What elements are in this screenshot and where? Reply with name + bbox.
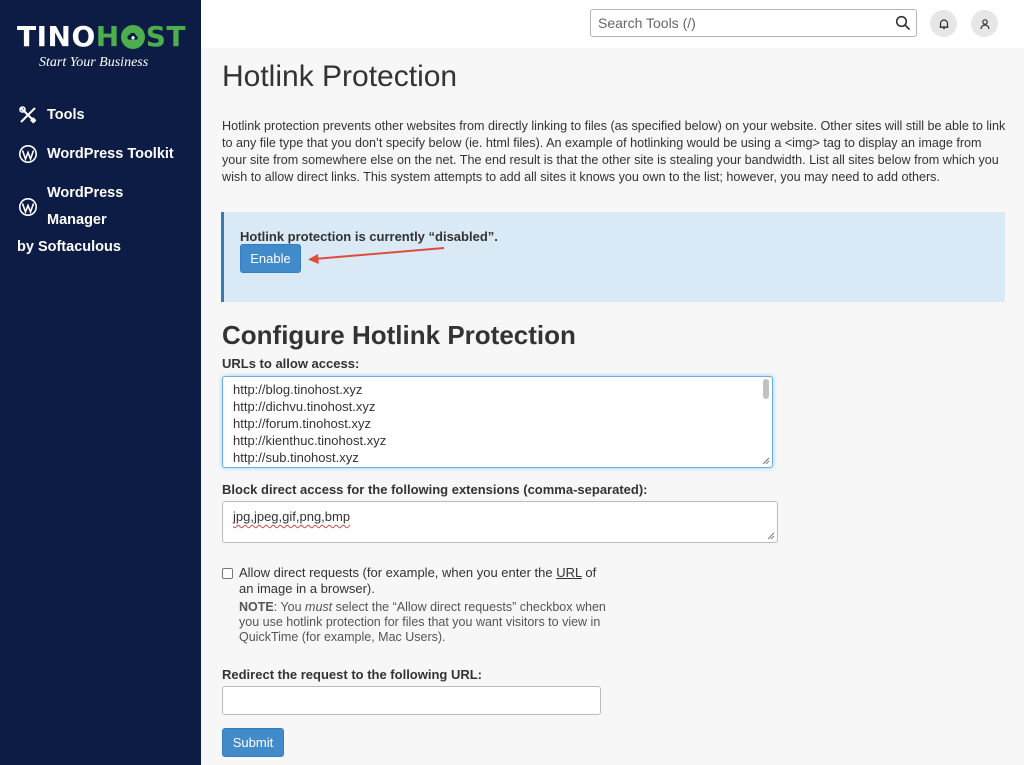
extensions-textarea[interactable]: jpg,jpeg,gif,png,bmp <box>222 501 778 543</box>
note-text: NOTE: You must select the “Allow direct … <box>239 600 609 645</box>
search-box[interactable] <box>590 9 917 37</box>
submit-button[interactable]: Submit <box>222 728 284 757</box>
extensions-value: jpg,jpeg,gif,png,bmp <box>233 509 351 524</box>
user-icon <box>979 18 990 29</box>
note-text-part: : You <box>273 600 306 614</box>
main-content: Hotlink Protection Hotlink protection pr… <box>221 48 1012 757</box>
allow-direct-requests-checkbox[interactable] <box>222 568 233 579</box>
allow-direct-requests-label[interactable]: Allow direct requests (for example, when… <box>239 565 609 597</box>
status-alert: Hotlink protection is currently “disable… <box>221 212 1005 302</box>
logo-text-host: H ST <box>96 20 186 54</box>
notifications-button[interactable] <box>930 10 957 37</box>
enable-button[interactable]: Enable <box>240 244 301 273</box>
url-line: http://sub.tinohost.xyz <box>233 450 359 465</box>
url-line: http://kienthuc.tinohost.xyz <box>233 433 387 448</box>
wordpress-icon <box>19 198 37 216</box>
sidebar-item-wordpress-manager[interactable]: WordPress Manager by Softaculous <box>0 174 201 267</box>
cloud-home-icon <box>120 25 145 49</box>
logo-text-h: H <box>95 20 120 53</box>
sidebar-item-label: Tools <box>47 107 85 123</box>
label-text: Allow direct requests (for example, when… <box>239 565 557 580</box>
search-input[interactable] <box>591 10 881 36</box>
sidebar-item-tools[interactable]: Tools <box>0 96 201 135</box>
annotation-arrow <box>308 247 445 264</box>
redirect-url-input[interactable] <box>222 686 601 715</box>
sidebar-item-label-line2: by Softaculous <box>17 239 121 255</box>
resize-grip-icon[interactable] <box>761 456 770 465</box>
sidebar-item-label: WordPress Toolkit <box>47 146 174 162</box>
sidebar-item-label: WordPress Manager <box>47 185 124 228</box>
sidebar: TINO H ST Start Your Business Tools Word… <box>0 0 201 765</box>
note-label: NOTE <box>239 600 274 614</box>
url-abbr: URL <box>556 565 582 580</box>
user-menu-button[interactable] <box>971 10 998 37</box>
resize-grip-icon[interactable] <box>766 531 775 540</box>
section-title: Configure Hotlink Protection <box>222 320 576 350</box>
brand-logo[interactable]: TINO H ST Start Your Business <box>17 20 187 71</box>
sidebar-nav: Tools WordPress Toolkit WordPress Manage… <box>0 96 201 267</box>
wordpress-icon <box>19 145 37 163</box>
scrollbar[interactable] <box>763 379 769 399</box>
logo-tagline: Start Your Business <box>39 55 149 70</box>
extensions-label: Block direct access for the following ex… <box>222 482 648 497</box>
logo-wordmark: TINO H ST <box>17 20 187 54</box>
search-icon[interactable] <box>895 15 911 31</box>
page-description: Hotlink protection prevents other websit… <box>222 119 1006 184</box>
note-emphasis: must <box>305 600 333 614</box>
logo-text-tino: TINO <box>17 20 96 53</box>
urls-label: URLs to allow access: <box>222 356 360 371</box>
url-line: http://forum.tinohost.xyz <box>233 416 372 431</box>
tools-icon <box>19 106 37 124</box>
sidebar-item-wordpress-toolkit[interactable]: WordPress Toolkit <box>0 135 201 174</box>
url-line: http://dichvu.tinohost.xyz <box>233 399 376 414</box>
urls-textarea[interactable]: http://blog.tinohost.xyz http://dichvu.t… <box>222 376 773 468</box>
logo-text-st: ST <box>145 20 186 53</box>
top-bar <box>201 0 1024 48</box>
url-line: http://blog.tinohost.xyz <box>233 382 363 397</box>
bell-icon <box>939 18 948 29</box>
page-title: Hotlink Protection <box>222 60 458 93</box>
redirect-label: Redirect the request to the following UR… <box>222 667 483 682</box>
